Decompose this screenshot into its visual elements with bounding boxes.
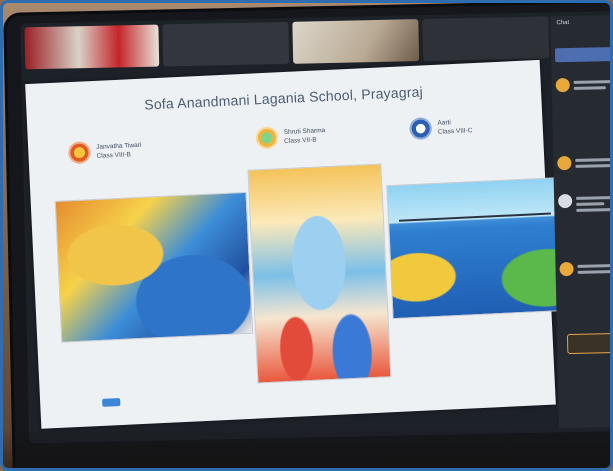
participant-video-tile[interactable]: [162, 21, 290, 67]
avatar: [559, 261, 574, 277]
chat-panel: Chat: [550, 14, 610, 429]
school-badge-icon: [67, 141, 91, 165]
artwork-image-3: [386, 177, 567, 320]
participant-video-tile[interactable]: [292, 19, 420, 64]
artwork-image-1: [54, 191, 254, 343]
student-class: Class VII-B: [283, 136, 317, 146]
participant-video-tile[interactable]: [422, 16, 550, 62]
participant-video-tile[interactable]: [24, 24, 160, 70]
school-badge-icon: [255, 126, 279, 150]
chat-message: [555, 77, 610, 93]
chat-message: [557, 155, 610, 171]
slide-control-button[interactable]: [102, 398, 121, 407]
desk-shadow: [3, 428, 610, 468]
chat-action-button[interactable]: [566, 332, 610, 355]
artwork-image-2: [247, 163, 392, 384]
student-class: Class VIII-B: [96, 151, 132, 160]
avatar: [557, 155, 572, 171]
avatar: [555, 77, 570, 93]
artwork-caption-2: Shruti Sharma Class VII-B: [255, 124, 326, 150]
avatar: [558, 193, 573, 209]
chat-message: [558, 193, 610, 215]
chat-title: Chat: [556, 19, 570, 27]
laptop-bezel: Sofa Anandmani Lagania School, Prayagraj…: [6, 3, 610, 468]
laptop-screen: Sofa Anandmani Lagania School, Prayagraj…: [20, 10, 610, 444]
artwork-caption-3: Aarti Class VIII-C: [409, 115, 473, 141]
school-badge-icon: [409, 117, 433, 141]
photo-frame: Sofa Anandmani Lagania School, Prayagraj…: [0, 0, 613, 471]
chat-header-bar[interactable]: [554, 46, 610, 63]
student-class: Class VIII-C: [437, 127, 473, 136]
chat-message: [559, 261, 610, 277]
slide-title: Sofa Anandmani Lagania School, Prayagraj: [143, 83, 424, 113]
artwork-caption-1: Janvatha Tiwari Class VIII-B: [67, 139, 142, 165]
shared-slide: Sofa Anandmani Lagania School, Prayagraj…: [25, 59, 567, 429]
bridge-drawing: [398, 212, 551, 222]
